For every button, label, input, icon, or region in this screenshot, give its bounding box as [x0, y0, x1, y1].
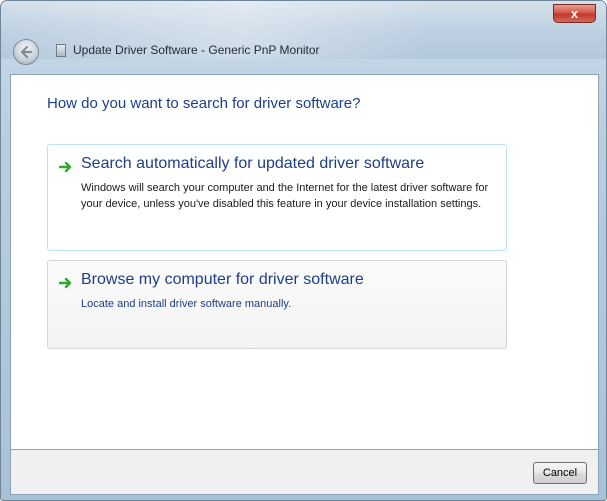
option-description: Locate and install driver software manua…	[81, 298, 292, 310]
dialog-footer: Cancel	[10, 450, 599, 495]
page-heading: How do you want to search for driver sof…	[47, 95, 361, 112]
dialog-window: x Update Driver Software - Generic PnP M…	[0, 0, 607, 501]
option-search-automatically[interactable]: Search automatically for updated driver …	[47, 144, 507, 251]
back-arrow-icon	[20, 45, 33, 59]
option-browse-computer[interactable]: Browse my computer for driver software L…	[47, 260, 507, 349]
option-description: Windows will search your computer and th…	[81, 182, 489, 210]
dialog-content: How do you want to search for driver sof…	[10, 74, 599, 450]
option-title: Browse my computer for driver software	[81, 271, 364, 288]
title-bar: x Update Driver Software - Generic PnP M…	[1, 1, 606, 65]
cancel-button[interactable]: Cancel	[533, 462, 587, 484]
green-arrow-icon	[59, 161, 72, 173]
option-title: Search automatically for updated driver …	[81, 155, 425, 172]
back-button[interactable]	[13, 39, 39, 65]
green-arrow-icon	[59, 277, 72, 289]
monitor-device-icon	[56, 44, 66, 57]
close-button[interactable]: x	[553, 4, 596, 23]
window-title: Update Driver Software - Generic PnP Mon…	[73, 43, 320, 57]
